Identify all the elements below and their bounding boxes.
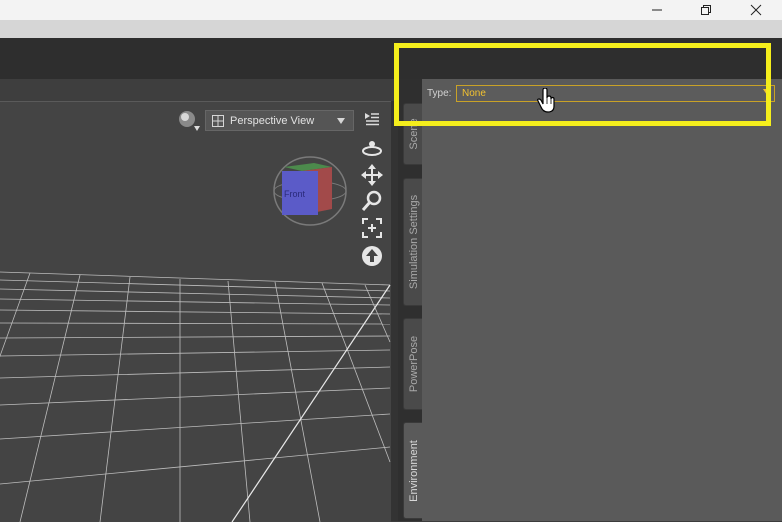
view-grid-icon bbox=[212, 115, 224, 127]
view-cube-face-label: Front bbox=[284, 189, 306, 199]
viewport-edge bbox=[391, 101, 398, 521]
view-cube[interactable]: Front bbox=[270, 153, 350, 228]
frame-icon[interactable] bbox=[361, 217, 383, 239]
shading-sphere-icon[interactable] bbox=[177, 110, 203, 134]
tab-simulation-settings[interactable]: Simulation Settings bbox=[403, 178, 423, 306]
tab-environment[interactable]: Environment bbox=[403, 422, 423, 519]
pan-icon[interactable] bbox=[361, 164, 383, 186]
reset-view-icon[interactable] bbox=[361, 245, 383, 267]
orbit-icon[interactable] bbox=[361, 138, 383, 158]
hand-cursor-icon bbox=[537, 88, 555, 113]
viewport-header bbox=[0, 79, 398, 101]
window-titlebar bbox=[0, 0, 782, 20]
environment-panel bbox=[422, 79, 782, 521]
tab-environment-label: Environment bbox=[407, 439, 420, 502]
restore-button[interactable] bbox=[683, 0, 729, 20]
close-button[interactable] bbox=[733, 0, 779, 20]
view-cube-icon bbox=[273, 156, 347, 226]
menu-bar-strip bbox=[0, 20, 782, 38]
minimize-button[interactable] bbox=[634, 0, 680, 20]
view-dropdown[interactable]: Perspective View bbox=[205, 110, 354, 131]
minimize-icon bbox=[652, 9, 662, 11]
highlight-box bbox=[394, 43, 771, 126]
tab-powerpose-label: PowerPose bbox=[407, 335, 420, 393]
view-dropdown-label: Perspective View bbox=[230, 115, 315, 127]
chevron-down-icon bbox=[337, 118, 345, 124]
restore-icon bbox=[701, 5, 711, 15]
tab-powerpose[interactable]: PowerPose bbox=[403, 318, 423, 410]
zoom-icon[interactable] bbox=[361, 190, 383, 212]
close-icon bbox=[750, 4, 762, 16]
viewport-options-icon[interactable] bbox=[364, 112, 380, 126]
tab-simulation-settings-label: Simulation Settings bbox=[407, 194, 420, 290]
